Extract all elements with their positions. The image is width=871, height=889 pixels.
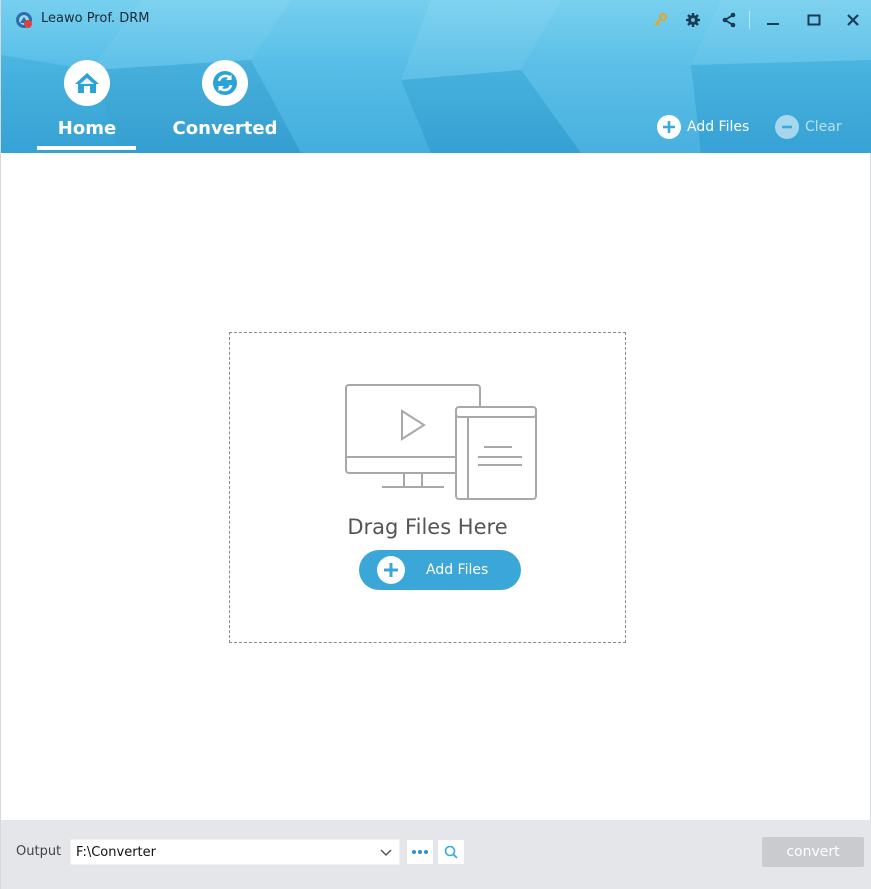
convert-button[interactable]: convert (762, 837, 864, 867)
tab-converted-label: Converted (172, 118, 278, 139)
app-logo-icon (16, 12, 32, 28)
tab-home[interactable]: Home (32, 58, 142, 153)
output-label: Output (16, 844, 62, 859)
titlebar-separator (749, 11, 750, 29)
active-tab-indicator (37, 146, 136, 150)
close-icon[interactable] (841, 8, 865, 32)
header: Leawo Prof. DRM Home Converted Add Files… (1, 0, 871, 153)
add-files-button[interactable]: Add Files (657, 114, 749, 140)
clear-button[interactable]: Clear (775, 114, 842, 140)
refresh-icon (202, 60, 248, 106)
drop-zone[interactable]: Drag Files Here Add Files (229, 332, 626, 643)
dropzone-add-files-label: Add Files (426, 562, 489, 578)
add-files-label: Add Files (687, 119, 750, 135)
gear-icon[interactable] (681, 8, 705, 32)
key-icon[interactable] (648, 8, 672, 32)
plus-icon (377, 556, 405, 584)
tab-converted[interactable]: Converted (170, 58, 280, 153)
output-path-select[interactable]: F:\Converter (70, 839, 400, 865)
search-icon (444, 845, 458, 859)
dropzone-add-files-button[interactable]: Add Files (359, 550, 521, 590)
minus-icon (775, 115, 799, 139)
browse-more-button[interactable] (407, 840, 433, 864)
clear-label: Clear (805, 119, 842, 135)
drag-files-text: Drag Files Here (347, 515, 508, 539)
output-path-value: F:\Converter (76, 845, 156, 860)
home-icon (64, 60, 110, 106)
bottom-bar: Output F:\Converter convert (1, 820, 871, 889)
title-bar: Leawo Prof. DRM (1, 0, 871, 40)
open-folder-button[interactable] (438, 840, 464, 864)
minimize-icon[interactable] (761, 8, 785, 32)
share-icon[interactable] (717, 8, 741, 32)
maximize-icon[interactable] (802, 8, 826, 32)
app-window: Leawo Prof. DRM Home Converted Add Files… (0, 0, 871, 889)
window-title: Leawo Prof. DRM (41, 11, 150, 26)
media-illustration-icon (345, 384, 537, 500)
tab-home-label: Home (57, 118, 117, 139)
chevron-down-icon[interactable] (379, 844, 393, 865)
ellipsis-icon (412, 850, 428, 854)
plus-icon (657, 115, 681, 139)
